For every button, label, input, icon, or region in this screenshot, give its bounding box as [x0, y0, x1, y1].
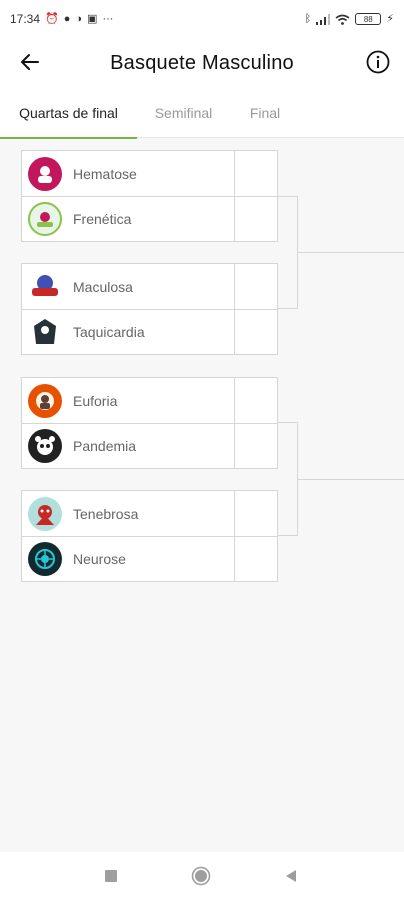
tab-final[interactable]: Final [230, 88, 300, 138]
bracket-connector [297, 479, 404, 480]
more-notifications-icon: ··· [102, 12, 114, 25]
wifi-icon [335, 14, 350, 25]
bracket-connector [297, 252, 404, 253]
team-logo [28, 315, 62, 349]
team-logo [28, 429, 62, 463]
triangle-back-icon [286, 870, 296, 882]
signal-icon [316, 13, 331, 25]
bluetooth-icon: ᛒ [304, 12, 312, 25]
team-name: Pandemia [73, 438, 137, 454]
tab-semifinal[interactable]: Semifinal [137, 88, 230, 138]
score-cell[interactable] [234, 197, 277, 242]
score-cell[interactable] [234, 151, 277, 196]
match-card: Hematose Frenética [21, 150, 278, 242]
team-row[interactable]: Frenética [22, 196, 277, 242]
battery-level: 88 [363, 14, 373, 24]
battery-icon: 88 [355, 13, 382, 25]
team-row[interactable]: Euforia [22, 378, 277, 423]
arrow-back-icon [21, 54, 39, 70]
team-name: Euforia [73, 392, 118, 409]
team-row[interactable]: Maculosa [22, 264, 277, 309]
team-logo [28, 383, 62, 418]
team-logo-icon [36, 504, 54, 525]
team-row[interactable]: Hematose [22, 151, 277, 196]
team-logo-icon [32, 274, 58, 296]
alarm-icon: ⏰ [45, 12, 59, 25]
match-card: Tenebrosa Neurose [21, 490, 278, 582]
team-name: Maculosa [73, 278, 133, 295]
data-saver-icon: ◑ [75, 12, 83, 25]
charging-icon: ⚡ [386, 12, 394, 25]
home-button[interactable] [191, 866, 211, 886]
team-name: Taquicardia [73, 324, 145, 340]
circle-icon [191, 866, 211, 886]
team-logo-icon [38, 165, 52, 183]
gallery-icon: ▣ [87, 12, 98, 25]
page-title: Basquete Masculino [110, 51, 294, 74]
score-cell[interactable] [234, 378, 277, 423]
chat-icon: ● [63, 12, 71, 25]
score-cell[interactable] [234, 264, 277, 309]
team-logo-icon [37, 212, 53, 227]
score-cell[interactable] [234, 491, 277, 536]
match-card: Euforia Pandemia [21, 377, 278, 469]
team-name: Frenética [73, 211, 132, 227]
team-logo [28, 269, 62, 304]
back-button[interactable] [16, 48, 44, 76]
team-logo [28, 202, 62, 236]
team-name: Tenebrosa [73, 505, 139, 522]
team-row[interactable]: Taquicardia [22, 309, 277, 355]
score-cell[interactable] [234, 424, 277, 469]
status-bar: 17:34 ⏰ ● ◑ ▣ ··· ᛒ 88 ⚡ [0, 0, 404, 38]
team-logo-icon [35, 436, 55, 455]
team-logo-icon [36, 391, 54, 410]
app-bar: Basquete Masculino [0, 38, 404, 88]
team-row[interactable]: Tenebrosa [22, 491, 277, 536]
tab-quarterfinals[interactable]: Quartas de final [0, 88, 137, 139]
team-name: Neurose [73, 551, 126, 567]
back-nav-button[interactable] [281, 866, 301, 886]
square-icon [105, 870, 117, 882]
status-time: 17:34 [10, 12, 41, 26]
score-cell[interactable] [234, 310, 277, 355]
team-logo [28, 156, 62, 191]
team-logo-icon [35, 549, 55, 569]
round-tabs: Quartas de final Semifinal Final [0, 88, 404, 139]
recents-button[interactable] [101, 866, 121, 886]
team-name: Hematose [73, 165, 137, 182]
info-button[interactable] [364, 48, 392, 76]
team-logo [28, 542, 62, 576]
team-row[interactable]: Neurose [22, 536, 277, 582]
info-icon [366, 50, 390, 74]
team-row[interactable]: Pandemia [22, 423, 277, 469]
match-card: Maculosa Taquicardia [21, 263, 278, 355]
system-nav-bar [0, 852, 404, 900]
bracket: Hematose Frenética Maculosa Taquicardia … [0, 138, 404, 858]
team-logo [28, 496, 62, 531]
score-cell[interactable] [234, 537, 277, 582]
team-logo-icon [34, 319, 56, 344]
